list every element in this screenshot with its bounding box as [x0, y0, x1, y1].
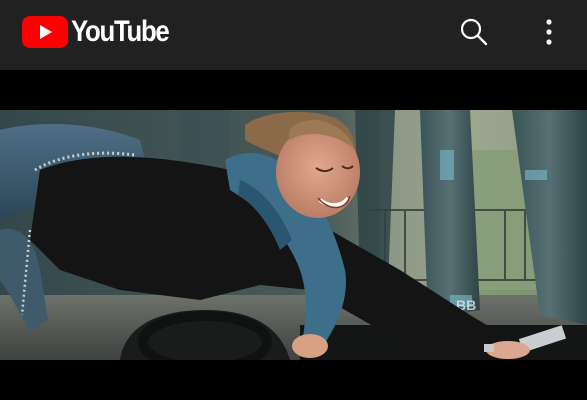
search-icon	[460, 18, 488, 46]
video-frame: BB	[0, 110, 587, 360]
top-app-bar: YouTube	[0, 0, 587, 70]
youtube-play-logo-icon	[22, 16, 68, 48]
more-options-button[interactable]	[529, 12, 569, 52]
youtube-mobile-app: YouTube BB	[0, 0, 587, 400]
youtube-logo[interactable]: YouTube	[22, 16, 184, 48]
search-button[interactable]	[454, 12, 494, 52]
brand-wordmark: YouTube	[71, 15, 170, 48]
more-vertical-icon	[546, 19, 552, 45]
video-player[interactable]: BB	[0, 110, 587, 360]
